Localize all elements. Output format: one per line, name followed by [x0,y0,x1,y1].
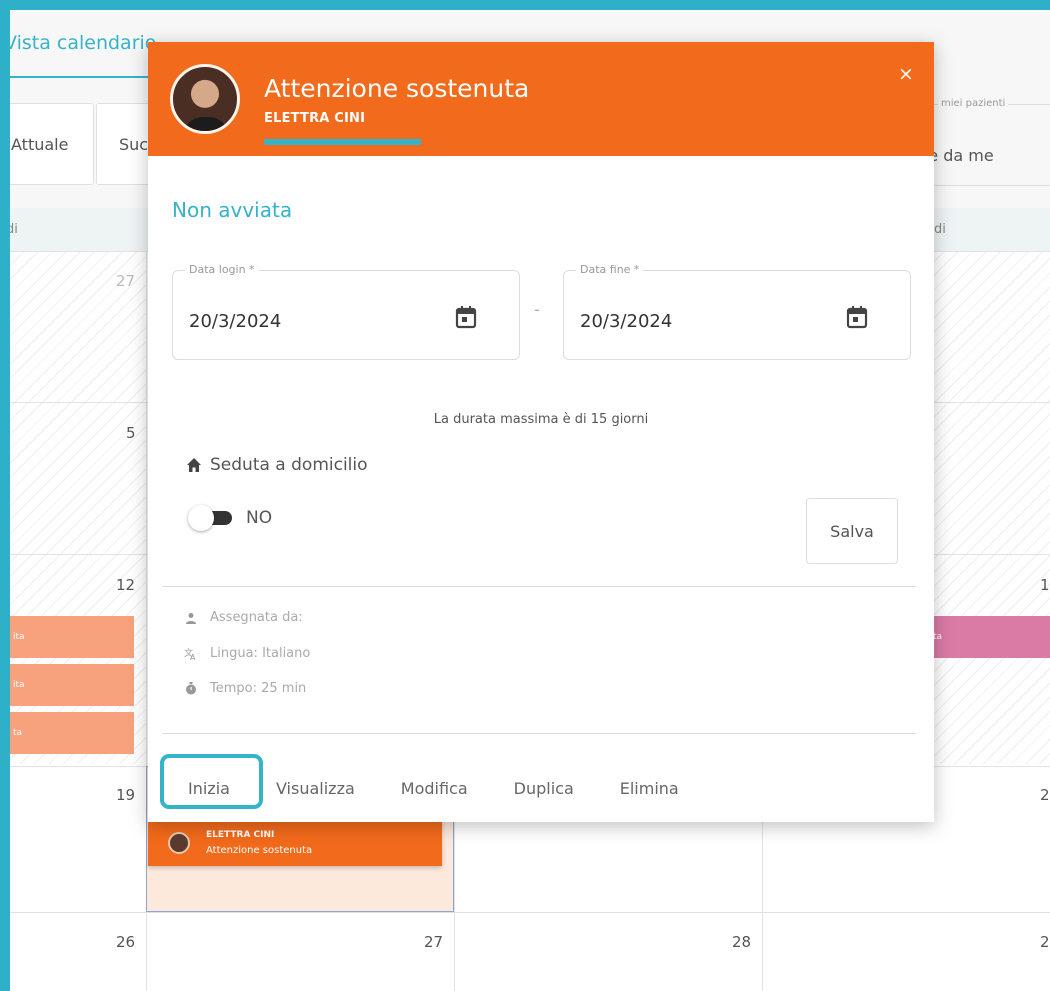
divider [162,733,916,734]
language-row: 文A Lingua: Italiano [184,646,310,661]
event-label: ita [13,632,25,642]
next-button-label: Suc [119,134,149,154]
current-button-label: Attuale [11,134,69,154]
home-session-label: Seduta a domicilio [210,455,368,475]
calendar-event[interactable]: ta [10,712,134,754]
home-icon [187,458,201,472]
patient-filter-label: miei pazienti [938,98,1009,109]
weekday-header-left: di [10,222,18,237]
activity-dialog: Attenzione sostenuta ELETTRA CINI × Non … [148,42,934,822]
weekday-header-right: di [934,222,946,237]
day-number[interactable]: 27 [116,272,135,290]
calendar-event-selected[interactable]: ELETTRA CINI Attenzione sostenuta [148,818,442,866]
start-date-label: Data login * [185,263,259,276]
day-number[interactable]: 27 [424,933,443,951]
svg-text:A: A [190,653,196,661]
view-button[interactable]: Visualizza [276,779,355,798]
calendar-title[interactable]: Vista calendario [10,32,156,54]
calendar-event[interactable]: ita [10,616,134,658]
event-label: ita [13,680,25,690]
time-label: Tempo: 25 min [210,681,307,696]
end-date-label: Data fine * [576,263,644,276]
day-number[interactable]: 1 [1040,576,1050,594]
start-date-field[interactable]: Data login * 20/3/2024 [172,263,520,360]
end-date-value: 20/3/2024 [580,311,673,332]
patient-filter-select[interactable] [915,104,1050,186]
current-button[interactable]: Attuale [10,103,94,185]
home-session-row: Seduta a domicilio [186,455,368,475]
calendar-event[interactable]: ta [930,616,1050,658]
stopwatch-icon [184,682,198,696]
status-label: Non avviata [172,198,293,222]
date-separator: - [534,300,540,319]
calendar-icon[interactable] [846,305,868,329]
grid-line [10,912,1050,913]
language-label: Lingua: Italiano [210,646,311,661]
assigned-by-row: Assegnata da: [184,610,303,625]
day-number[interactable]: 28 [732,933,751,951]
calendar-event[interactable]: ita [10,664,134,706]
event-title: Attenzione sostenuta [206,845,313,856]
close-button[interactable]: × [894,62,918,86]
avatar [168,832,190,854]
patient-name[interactable]: ELETTRA CINI [264,111,365,126]
dialog-title: Attenzione sostenuta [264,74,530,103]
calendar-icon[interactable] [455,305,477,329]
past-cell [930,252,1050,764]
person-icon [184,611,198,625]
day-number[interactable]: 12 [116,576,135,594]
toggle-state-label: NO [246,508,273,528]
edit-button[interactable]: Modifica [401,779,468,798]
duration-hint: La durata massima è di 15 giorni [433,412,649,427]
event-label: ta [13,728,23,738]
day-number[interactable]: 19 [116,786,135,804]
day-number[interactable]: 5 [126,424,136,442]
dialog-header: Attenzione sostenuta ELETTRA CINI × [148,42,934,156]
end-date-field[interactable]: Data fine * 20/3/2024 [563,263,911,360]
active-tab-indicator [10,76,160,78]
start-date-value: 20/3/2024 [189,311,282,332]
event-patient-name: ELETTRA CINI [206,830,275,840]
assigned-by-label: Assegnata da: [210,610,303,625]
start-button-highlight [160,754,263,809]
save-button[interactable]: Salva [806,498,898,564]
delete-button[interactable]: Elimina [620,779,679,798]
patient-name-underline [264,139,421,145]
save-button-label: Salva [830,521,874,541]
avatar [170,64,240,134]
translate-icon: 文A [184,647,198,661]
day-number[interactable]: 2 [1040,786,1050,804]
divider [162,586,916,587]
time-row: Tempo: 25 min [184,681,306,696]
day-number[interactable]: 2 [1040,933,1050,951]
day-number[interactable]: 26 [116,933,135,951]
event-label: ta [933,632,943,642]
duplicate-button[interactable]: Duplica [514,779,574,798]
home-session-toggle[interactable] [188,505,234,531]
